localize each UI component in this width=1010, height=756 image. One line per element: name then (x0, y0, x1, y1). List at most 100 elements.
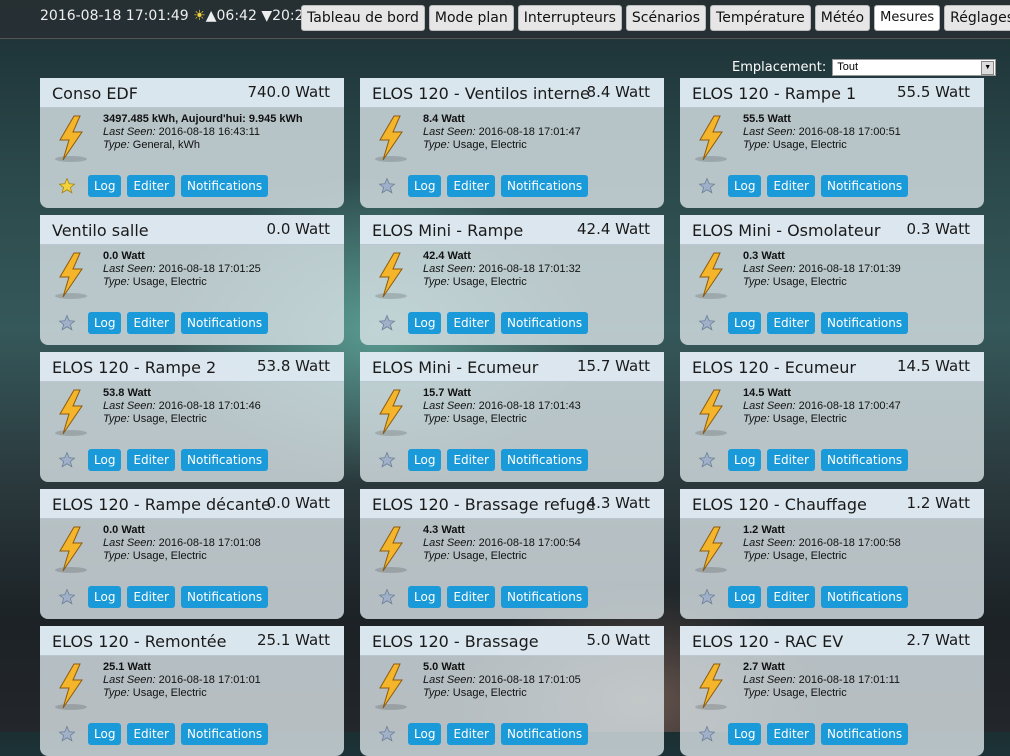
edit-button[interactable]: Editer (767, 175, 815, 197)
log-button[interactable]: Log (408, 175, 442, 197)
log-button[interactable]: Log (408, 449, 442, 471)
nav-temp-rature[interactable]: Température (710, 5, 811, 31)
favorite-star-icon[interactable] (58, 588, 76, 606)
notifications-button[interactable]: Notifications (501, 586, 589, 608)
edit-button[interactable]: Editer (767, 449, 815, 471)
type-label: Type: (743, 139, 770, 151)
edit-button[interactable]: Editer (767, 723, 815, 745)
notifications-button[interactable]: Notifications (821, 175, 909, 197)
type-value: Usage, Electric (772, 139, 847, 151)
favorite-star-icon[interactable] (378, 451, 396, 469)
favorite-star-icon[interactable] (58, 451, 76, 469)
edit-button[interactable]: Editer (767, 586, 815, 608)
nav-mesures[interactable]: Mesures (874, 5, 941, 31)
device-card: ELOS 120 - Ecumeur 14.5 Watt 14.5 Watt L… (680, 352, 984, 482)
log-button[interactable]: Log (88, 723, 122, 745)
log-button[interactable]: Log (88, 586, 122, 608)
favorite-star-icon[interactable] (378, 177, 396, 195)
device-name: ELOS Mini - Ecumeur (372, 358, 539, 377)
favorite-star-icon[interactable] (58, 177, 76, 195)
notifications-button[interactable]: Notifications (181, 449, 269, 471)
log-button[interactable]: Log (88, 175, 122, 197)
notifications-button[interactable]: Notifications (501, 175, 589, 197)
notifications-button[interactable]: Notifications (821, 312, 909, 334)
electricity-icon (692, 662, 730, 712)
edit-button[interactable]: Editer (127, 449, 175, 471)
device-reading: 2.7 Watt (743, 661, 785, 673)
notifications-button[interactable]: Notifications (501, 449, 589, 471)
device-value: 0.0 Watt (266, 220, 330, 238)
log-button[interactable]: Log (728, 586, 762, 608)
nav-sc-narios[interactable]: Scénarios (625, 5, 707, 31)
electricity-icon (372, 525, 410, 575)
edit-button[interactable]: Editer (127, 175, 175, 197)
edit-button[interactable]: Editer (767, 312, 815, 334)
notifications-button[interactable]: Notifications (821, 723, 909, 745)
device-info: 53.8 Watt Last Seen: 2016-08-18 17:01:46… (103, 387, 261, 426)
edit-button[interactable]: Editer (127, 723, 175, 745)
notifications-button[interactable]: Notifications (181, 723, 269, 745)
nav-label: Interrupteurs (523, 10, 616, 26)
type-value: Usage, Electric (132, 550, 207, 562)
last-seen-label: Last Seen: (103, 674, 156, 686)
log-button[interactable]: Log (408, 723, 442, 745)
favorite-star-icon[interactable] (698, 451, 716, 469)
favorite-star-icon[interactable] (58, 725, 76, 743)
log-button[interactable]: Log (408, 312, 442, 334)
log-button[interactable]: Log (728, 175, 762, 197)
edit-button[interactable]: Editer (447, 312, 495, 334)
device-name: Ventilo salle (52, 221, 149, 240)
electricity-icon (692, 251, 730, 301)
favorite-star-icon[interactable] (698, 177, 716, 195)
device-name: ELOS 120 - RAC EV (692, 632, 844, 651)
edit-button[interactable]: Editer (447, 586, 495, 608)
notifications-button[interactable]: Notifications (181, 175, 269, 197)
device-card: ELOS Mini - Osmolateur 0.3 Watt 0.3 Watt… (680, 215, 984, 345)
device-reading: 15.7 Watt (423, 387, 471, 399)
device-reading: 14.5 Watt (743, 387, 791, 399)
device-name: ELOS 120 - Brassage (372, 632, 539, 651)
favorite-star-icon[interactable] (698, 314, 716, 332)
edit-button[interactable]: Editer (127, 312, 175, 334)
notifications-button[interactable]: Notifications (821, 586, 909, 608)
favorite-star-icon[interactable] (698, 588, 716, 606)
notifications-button[interactable]: Notifications (501, 312, 589, 334)
last-seen-label: Last Seen: (103, 263, 156, 275)
log-button[interactable]: Log (88, 312, 122, 334)
notifications-button[interactable]: Notifications (501, 723, 589, 745)
log-button[interactable]: Log (408, 586, 442, 608)
log-button[interactable]: Log (728, 312, 762, 334)
edit-button[interactable]: Editer (447, 175, 495, 197)
edit-button[interactable]: Editer (447, 449, 495, 471)
nav-interrupteurs[interactable]: Interrupteurs (517, 5, 622, 31)
type-label: Type: (423, 276, 450, 288)
log-button[interactable]: Log (728, 723, 762, 745)
log-button[interactable]: Log (728, 449, 762, 471)
type-value: Usage, Electric (772, 550, 847, 562)
favorite-star-icon[interactable] (698, 725, 716, 743)
notifications-button[interactable]: Notifications (181, 586, 269, 608)
type-value: Usage, Electric (772, 276, 847, 288)
device-actions: Log Editer Notifications (58, 449, 274, 471)
notifications-button[interactable]: Notifications (821, 449, 909, 471)
notifications-button[interactable]: Notifications (181, 312, 269, 334)
edit-button[interactable]: Editer (127, 586, 175, 608)
device-name: ELOS 120 - Brassage refuge (372, 495, 596, 514)
device-card: ELOS 120 - Brassage refuge 4.3 Watt 4.3 … (360, 489, 664, 619)
nav-mode-plan[interactable]: Mode plan (428, 5, 514, 31)
favorite-star-icon[interactable] (378, 588, 396, 606)
favorite-star-icon[interactable] (378, 314, 396, 332)
favorite-star-icon[interactable] (58, 314, 76, 332)
log-button[interactable]: Log (88, 449, 122, 471)
nav-r-glages[interactable]: Réglages▼ (944, 5, 1010, 31)
device-reading: 42.4 Watt (423, 250, 471, 262)
device-value: 4.3 Watt (586, 494, 650, 512)
location-select[interactable]: Tout ▼ (832, 59, 997, 76)
edit-button[interactable]: Editer (447, 723, 495, 745)
type-label: Type: (743, 687, 770, 699)
last-seen-value: 2016-08-18 17:01:47 (478, 126, 581, 138)
nav-tableau-de-bord[interactable]: Tableau de bord (301, 5, 425, 31)
datetime: 2016-08-18 17:01:49 (40, 8, 189, 24)
favorite-star-icon[interactable] (378, 725, 396, 743)
nav-m-t-o[interactable]: Météo (814, 5, 871, 31)
